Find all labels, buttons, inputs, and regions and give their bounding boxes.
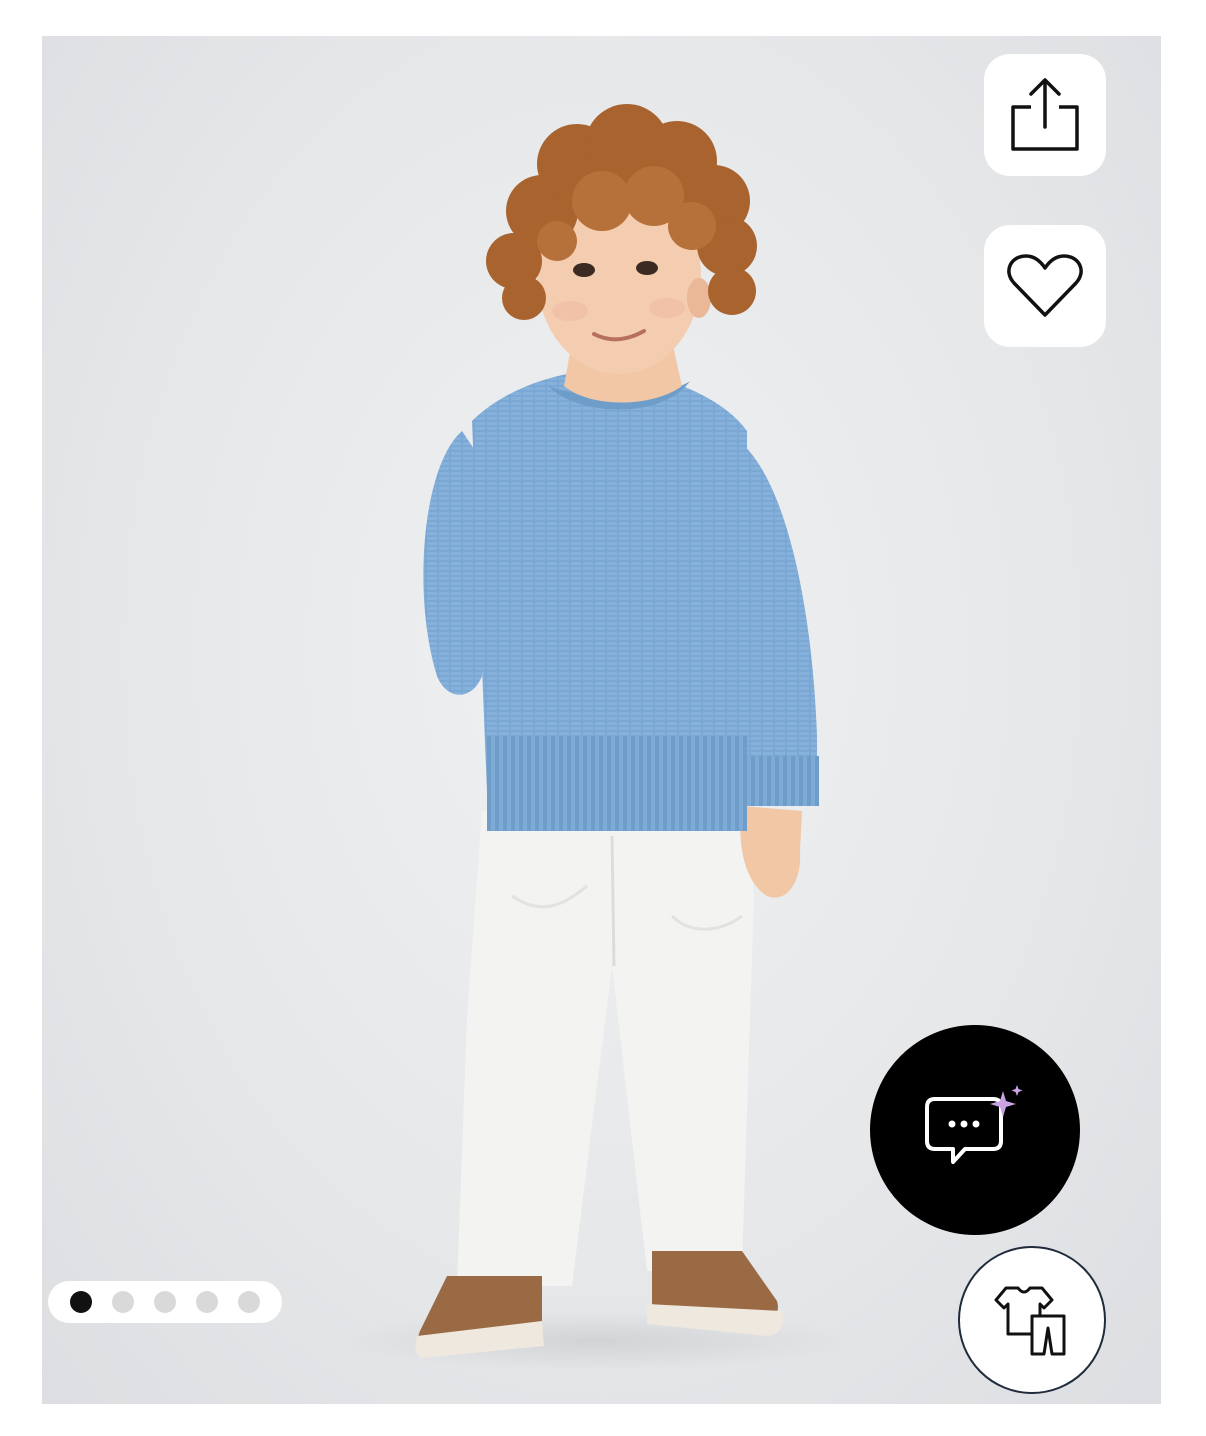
pager-dot-3[interactable] bbox=[154, 1291, 176, 1313]
pager-dot-2[interactable] bbox=[112, 1291, 134, 1313]
image-pager bbox=[48, 1281, 282, 1323]
heart-icon bbox=[1007, 254, 1083, 317]
outfit-button[interactable] bbox=[958, 1246, 1106, 1394]
share-button[interactable] bbox=[984, 54, 1106, 176]
share-icon bbox=[1011, 78, 1079, 151]
chat-sparkle-icon bbox=[925, 1085, 1023, 1164]
blue-sweater bbox=[472, 370, 747, 831]
outfit-icon bbox=[994, 1286, 1066, 1356]
pager-dot-4[interactable] bbox=[196, 1291, 218, 1313]
assistant-chat-button[interactable] bbox=[870, 1025, 1080, 1235]
pager-dot-1[interactable] bbox=[70, 1291, 92, 1313]
white-pants bbox=[457, 811, 754, 1286]
favorite-button[interactable] bbox=[984, 225, 1106, 347]
pager-dot-5[interactable] bbox=[238, 1291, 260, 1313]
